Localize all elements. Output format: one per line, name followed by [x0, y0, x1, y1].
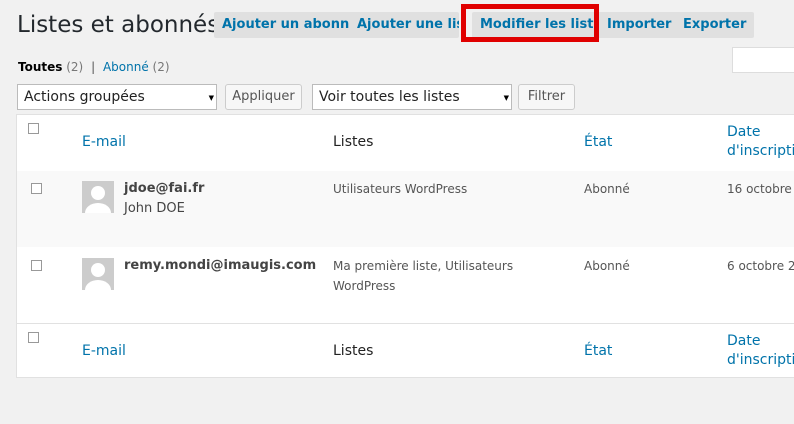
avatar	[82, 258, 114, 290]
filter-subscribed-count: (2)	[152, 60, 170, 74]
export-button[interactable]: Exporter	[675, 12, 755, 38]
subscriber-lists-continued: WordPress	[333, 279, 396, 293]
column-email-footer[interactable]: E-mail	[82, 343, 126, 359]
column-date-header-line1: Date	[727, 124, 761, 140]
filter-button[interactable]: Filtrer	[518, 84, 575, 110]
filter-separator: |	[91, 60, 96, 74]
filter-all-link[interactable]: Toutes	[18, 60, 62, 74]
filter-all-count: (2)	[66, 60, 84, 74]
select-all-checkbox[interactable]	[28, 123, 39, 134]
list-filter-value: Voir toutes les listes	[319, 89, 460, 105]
subscriber-name: John DOE	[124, 201, 185, 216]
add-subscriber-button[interactable]: Ajouter un abonné	[214, 12, 367, 38]
column-date-header-line2: d'inscription	[727, 143, 794, 159]
subscriber-state: Abonné	[584, 182, 630, 196]
bulk-actions-select[interactable]: Actions groupées ▼	[17, 84, 217, 110]
subscriber-email[interactable]: remy.mondi@imaugis.com	[124, 258, 316, 273]
row-checkbox[interactable]	[31, 260, 42, 271]
column-state-header[interactable]: État	[584, 134, 612, 150]
apply-button[interactable]: Appliquer	[225, 84, 302, 110]
bulk-actions-value: Actions groupées	[24, 89, 145, 105]
column-date-header[interactable]: Date d'inscription	[727, 123, 794, 161]
subscriber-lists: Ma première liste, Utilisateurs	[333, 259, 514, 273]
table-footer-row: E-mail Listes État Date d'inscription	[17, 324, 794, 378]
column-lists-footer: Listes	[333, 343, 374, 359]
filter-subscribed-link[interactable]: Abonné	[103, 60, 149, 74]
user-placeholder-icon	[85, 186, 111, 213]
column-state-footer[interactable]: État	[584, 343, 612, 359]
subscriber-date: 16 octobre	[727, 182, 792, 196]
avatar	[82, 181, 114, 213]
subscriber-lists: Utilisateurs WordPress	[333, 182, 468, 196]
list-filter-select[interactable]: Voir toutes les listes ▼	[312, 84, 512, 110]
row-checkbox[interactable]	[31, 183, 42, 194]
column-date-footer[interactable]: Date d'inscription	[727, 332, 794, 370]
column-date-footer-line1: Date	[727, 333, 761, 349]
import-button[interactable]: Importer	[599, 12, 680, 38]
status-filter-links: Toutes (2) | Abonné (2)	[18, 60, 170, 74]
table-header-row: E-mail Listes État Date d'inscription	[17, 115, 794, 172]
subscriber-date: 6 octobre 2	[727, 259, 794, 273]
subscriber-email[interactable]: jdoe@fai.fr	[124, 181, 204, 196]
search-input[interactable]	[732, 47, 794, 73]
subscribers-table: E-mail Listes État Date d'inscription jd…	[16, 114, 794, 378]
column-date-footer-line2: d'inscription	[727, 352, 794, 368]
table-row: jdoe@fai.fr John DOE Utilisateurs WordPr…	[17, 171, 794, 247]
select-all-checkbox-footer[interactable]	[28, 332, 39, 343]
dropdown-arrow-icon: ▼	[208, 94, 214, 102]
page-title: Listes et abonnés	[17, 12, 220, 38]
highlight-box	[461, 4, 599, 42]
column-lists-header: Listes	[333, 134, 374, 150]
add-list-button[interactable]: Ajouter une liste	[349, 12, 459, 38]
subscriber-state: Abonné	[584, 259, 630, 273]
dropdown-arrow-icon: ▼	[503, 94, 509, 102]
column-email-header[interactable]: E-mail	[82, 134, 126, 150]
user-placeholder-icon	[85, 263, 111, 290]
table-row: remy.mondi@imaugis.com Ma première liste…	[17, 247, 794, 324]
